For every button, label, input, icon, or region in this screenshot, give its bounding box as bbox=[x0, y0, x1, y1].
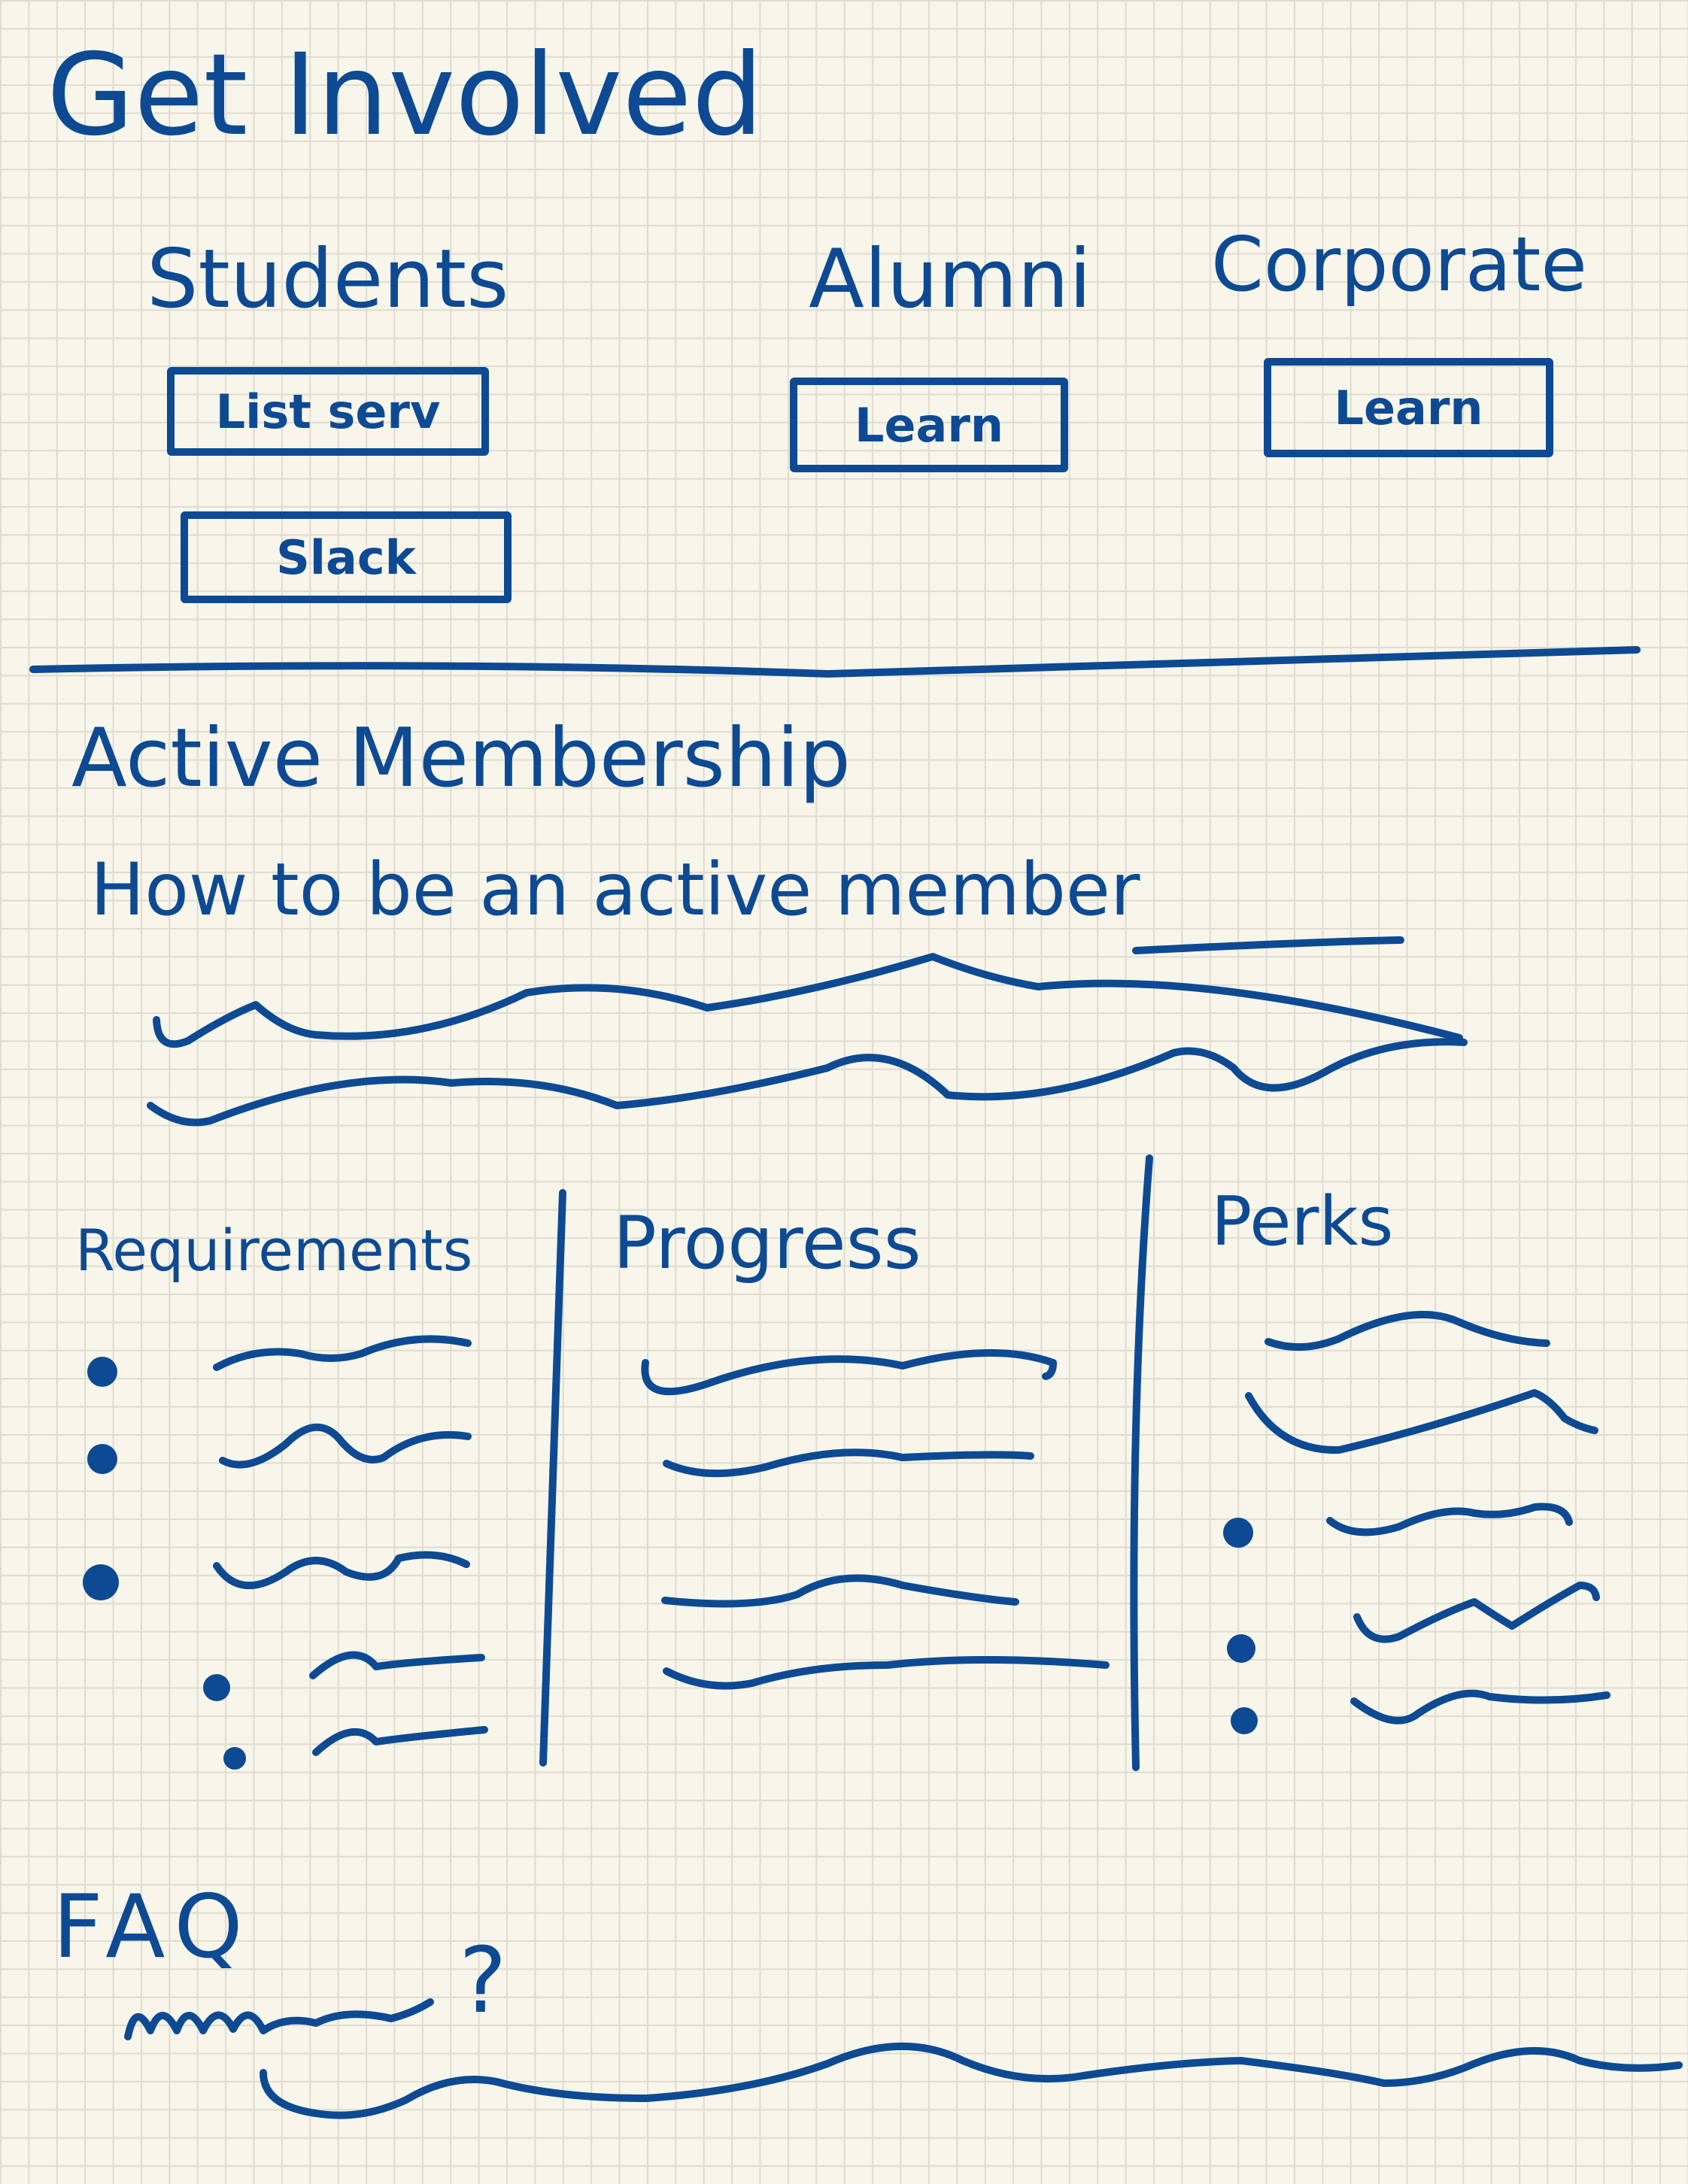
requirement-placeholder-line bbox=[213, 1335, 472, 1371]
requirement-placeholder-line bbox=[312, 1726, 488, 1756]
bullet-icon bbox=[1231, 1707, 1258, 1734]
column-divider bbox=[539, 1189, 566, 1767]
perk-placeholder-line bbox=[1264, 1310, 1550, 1351]
requirement-placeholder-line bbox=[309, 1651, 485, 1679]
description-placeholder-line bbox=[153, 953, 1463, 1048]
faq-answer-placeholder bbox=[260, 2043, 1683, 2119]
sketch-strokes bbox=[29, 646, 1683, 2119]
progress-placeholder-line bbox=[663, 1656, 1110, 1690]
bullet-icon bbox=[203, 1674, 230, 1701]
description-placeholder-line bbox=[147, 1038, 1468, 1127]
requirement-placeholder-line bbox=[219, 1423, 472, 1469]
column-divider bbox=[1130, 1154, 1153, 1771]
bullet-icon bbox=[1227, 1634, 1255, 1663]
perk-placeholder-line bbox=[1350, 1689, 1611, 1724]
perk-placeholder-line bbox=[1353, 1582, 1600, 1643]
section-divider bbox=[29, 646, 1641, 678]
bullet-icon bbox=[1223, 1518, 1253, 1548]
progress-placeholder-line bbox=[663, 1448, 1034, 1478]
perk-placeholder-line bbox=[1326, 1503, 1573, 1536]
bullet-icon bbox=[83, 1564, 119, 1600]
progress-placeholder-line bbox=[661, 1574, 1019, 1608]
faq-question-placeholder bbox=[124, 1998, 434, 2040]
bullet-icon bbox=[87, 1357, 117, 1387]
bullet-icon bbox=[223, 1747, 246, 1770]
subtitle-underline bbox=[1132, 936, 1404, 954]
progress-placeholder-line bbox=[641, 1348, 1057, 1396]
requirement-placeholder-line bbox=[213, 1551, 470, 1590]
perk-placeholder-line bbox=[1245, 1389, 1598, 1454]
bullet-icon bbox=[87, 1444, 117, 1474]
